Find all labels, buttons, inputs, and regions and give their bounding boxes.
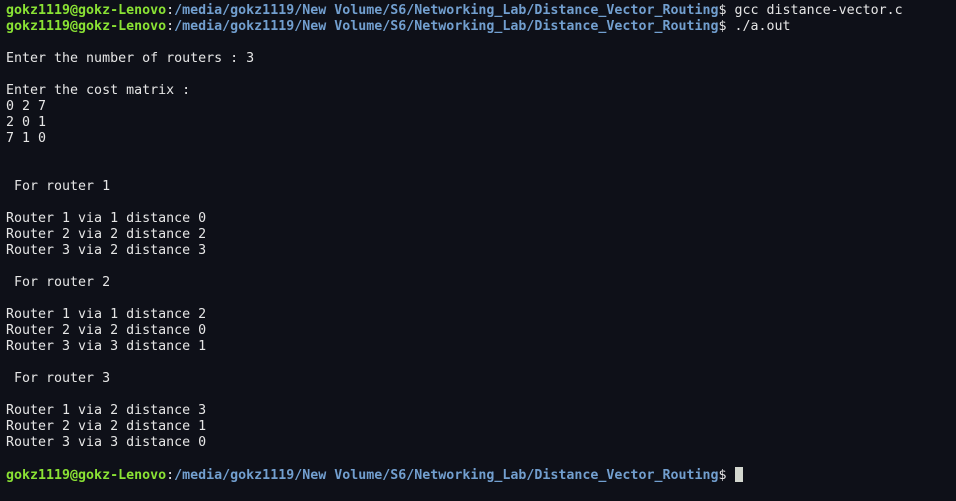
prompt-separator: :	[166, 3, 175, 18]
command-text: gcc distance-vector.c	[726, 3, 903, 18]
router-heading: For router 3	[6, 371, 111, 386]
text-cursor	[734, 467, 743, 482]
routing-entry: Router 1 via 2 distance 3	[6, 403, 207, 418]
prompt-path: /media/gokz1119/New Volume/S6/Networking…	[174, 19, 719, 34]
routing-entry: Router 2 via 2 distance 0	[6, 323, 207, 338]
router-heading: For router 1	[6, 179, 111, 194]
routing-entry: Router 1 via 1 distance 0	[6, 211, 207, 226]
prompt-user-host: gokz1119@gokz-Lenovo	[6, 468, 167, 483]
prompt-line-current[interactable]: gokz1119@gokz-Lenovo:/media/gokz1119/New…	[6, 467, 956, 483]
prompt-path: /media/gokz1119/New Volume/S6/Networking…	[174, 468, 719, 483]
command-input[interactable]	[727, 468, 735, 483]
routing-entry: Router 3 via 3 distance 1	[6, 339, 207, 354]
prompt-sign: $	[718, 19, 727, 34]
prompt-line-run: gokz1119@gokz-Lenovo:/media/gokz1119/New…	[6, 19, 956, 35]
prompt-line-compile: gokz1119@gokz-Lenovo:/media/gokz1119/New…	[6, 3, 956, 19]
prompt-sign: $	[718, 468, 727, 483]
prompt-sign: $	[718, 3, 727, 18]
router-heading: For router 2	[6, 275, 111, 290]
matrix-row: 7 1 0	[6, 131, 47, 146]
prompt-separator: :	[166, 468, 175, 483]
routing-entry: Router 3 via 3 distance 0	[6, 435, 207, 450]
routers-count-line: Enter the number of routers : 3	[6, 51, 255, 66]
routing-entry: Router 2 via 2 distance 2	[6, 227, 207, 242]
routing-entry: Router 3 via 2 distance 3	[6, 243, 207, 258]
matrix-row: 0 2 7	[6, 99, 47, 114]
prompt-user-host: gokz1119@gokz-Lenovo	[6, 3, 167, 18]
command-text: ./a.out	[726, 19, 791, 34]
cost-matrix-prompt: Enter the cost matrix :	[6, 83, 191, 98]
routing-entry: Router 1 via 1 distance 2	[6, 307, 207, 322]
routing-entry: Router 2 via 2 distance 1	[6, 419, 207, 434]
terminal-window[interactable]: gokz1119@gokz-Lenovo:/media/gokz1119/New…	[0, 0, 956, 501]
matrix-row: 2 0 1	[6, 115, 47, 130]
prompt-separator: :	[166, 19, 175, 34]
prompt-user-host: gokz1119@gokz-Lenovo	[6, 19, 167, 34]
prompt-path: /media/gokz1119/New Volume/S6/Networking…	[174, 3, 719, 18]
